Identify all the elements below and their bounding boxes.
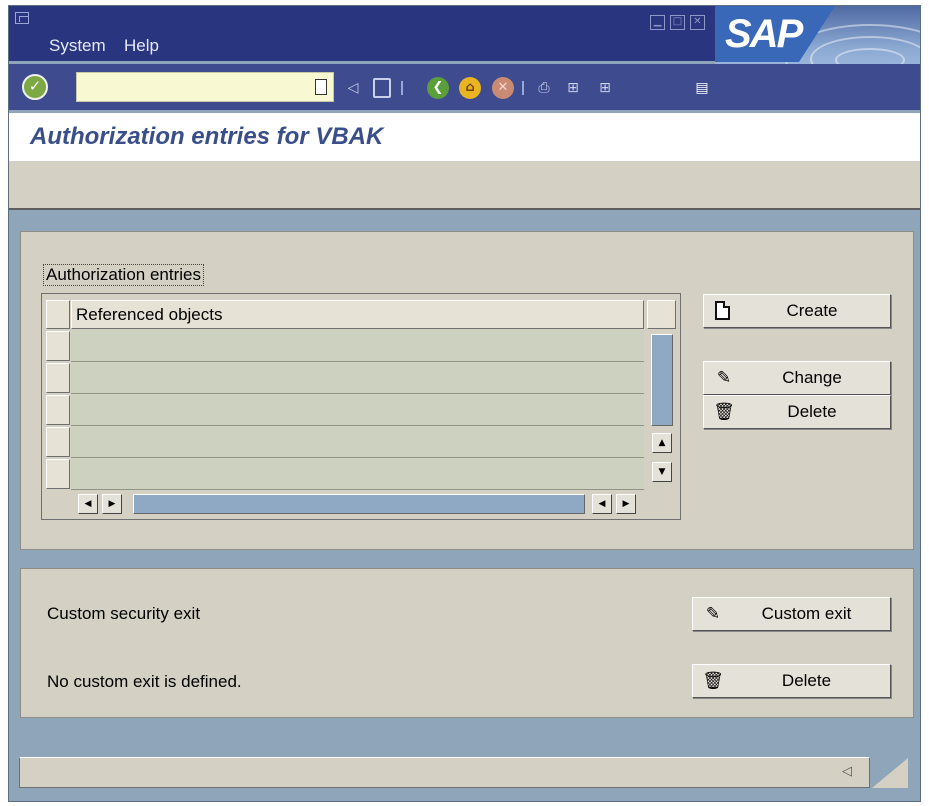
title-bar: Authorization entries for VBAK — [9, 113, 920, 161]
custom-exit-delete-button[interactable]: 🗑 Delete — [692, 664, 891, 698]
scroll-down-icon[interactable]: ▼ — [652, 462, 672, 482]
pencil-icon: ✎ — [716, 368, 732, 388]
history-icon[interactable] — [315, 79, 327, 95]
pencil-icon: ✎ — [705, 604, 721, 624]
delete-button[interactable]: 🗑 Delete — [703, 395, 891, 429]
cancel-icon[interactable]: ✕ — [492, 77, 514, 99]
back-icon[interactable]: ❮ — [427, 77, 449, 99]
standard-toolbar: ✓ ◁ ❮ ⌂ ✕ ⎙ ⊞ ⊞ ▤ — [9, 64, 920, 110]
custom-exit-button[interactable]: ✎ Custom exit — [692, 597, 891, 631]
application-toolbar — [9, 161, 920, 210]
trash-icon: 🗑 — [713, 402, 735, 422]
layout-menu-icon[interactable]: ▤ — [691, 77, 713, 99]
find-icon[interactable]: ⊞ — [562, 77, 584, 99]
document-icon — [715, 301, 730, 320]
exit-icon[interactable]: ⌂ — [459, 77, 481, 99]
change-button[interactable]: ✎ Change — [703, 361, 891, 395]
row-selector[interactable] — [46, 459, 70, 489]
horizontal-scrollbar[interactable] — [133, 494, 585, 514]
select-all-button[interactable] — [46, 300, 70, 329]
close-icon[interactable]: ✕ — [690, 15, 705, 30]
authorization-table: Referenced objects ▲ ▼ ◀ ▶ ◀ ▶ — [41, 293, 681, 520]
save-icon[interactable] — [371, 77, 393, 99]
custom-exit-status: No custom exit is defined. — [47, 672, 242, 691]
status-toggle-icon[interactable]: ◁ — [842, 764, 852, 779]
scroll-left-icon[interactable]: ◀ — [592, 494, 612, 514]
sap-window: System Help ▁ □ ✕ SAP ✓ ◁ ❮ ⌂ ✕ ⎙ ⊞ ⊞ ▤ — [8, 5, 921, 802]
menu-help[interactable]: Help — [124, 36, 159, 56]
scroll-up-icon[interactable]: ▲ — [652, 433, 672, 453]
print-icon[interactable]: ⎙ — [533, 77, 555, 99]
row-selector[interactable] — [46, 363, 70, 393]
system-menu-icon[interactable] — [15, 12, 29, 24]
command-field[interactable] — [76, 72, 334, 102]
column-header-referenced-objects[interactable]: Referenced objects — [71, 300, 644, 329]
vertical-scroll-thumb[interactable] — [651, 334, 673, 426]
menu-system[interactable]: System — [49, 36, 106, 56]
scroll-left-icon[interactable]: ◀ — [78, 494, 98, 514]
table-row[interactable] — [71, 426, 644, 458]
trash-icon: 🗑 — [702, 671, 724, 691]
find-next-icon[interactable]: ⊞ — [594, 77, 616, 99]
create-button[interactable]: Create — [703, 294, 891, 328]
custom-exit-label: Custom security exit — [47, 604, 201, 623]
table-row[interactable] — [71, 330, 644, 362]
row-selector[interactable] — [46, 427, 70, 457]
page-title: Authorization entries for VBAK — [30, 123, 384, 150]
scroll-right-icon[interactable]: ▶ — [616, 494, 636, 514]
table-row[interactable] — [71, 394, 644, 426]
table-row[interactable] — [71, 458, 644, 490]
maximize-icon[interactable]: □ — [670, 15, 685, 30]
table-settings-button[interactable] — [647, 300, 676, 329]
authorization-group-label: Authorization entries — [43, 264, 204, 286]
command-input[interactable] — [77, 73, 297, 99]
row-selector[interactable] — [46, 395, 70, 425]
scroll-right-icon[interactable]: ▶ — [102, 494, 122, 514]
status-bar: ◁ — [19, 757, 870, 788]
back-arrow-icon[interactable]: ◁ — [342, 77, 364, 99]
row-selector[interactable] — [46, 331, 70, 361]
table-row[interactable] — [71, 362, 644, 394]
enter-icon[interactable]: ✓ — [22, 74, 48, 100]
minimize-icon[interactable]: ▁ — [650, 15, 665, 30]
vertical-scrollbar[interactable]: ▲ ▼ — [649, 332, 675, 488]
